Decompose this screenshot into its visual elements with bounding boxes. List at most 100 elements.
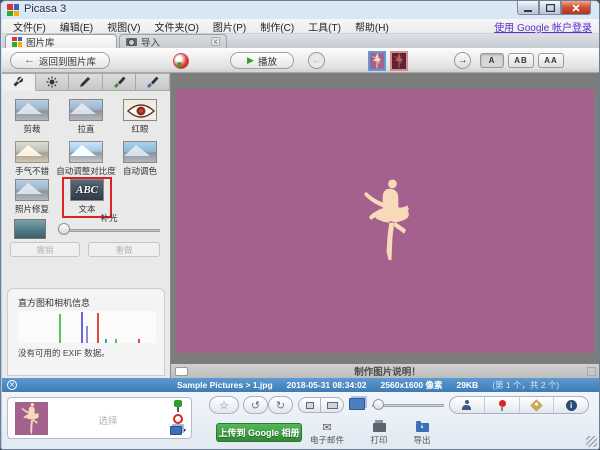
tab-close-icon[interactable]: x [211,37,220,46]
tab-library[interactable]: 图片库 [5,34,117,48]
crop-16-9-button[interactable] [321,397,344,413]
tool-auto-color[interactable]: 自动调色 [110,141,170,177]
tool-straighten[interactable]: 拉直 [56,99,116,135]
status-dimensions: 2560x1600 像素 [381,379,443,391]
menu-folder[interactable]: 文件夹(O) [147,19,205,34]
tab-effects-2[interactable] [103,73,137,91]
tool-redeye[interactable]: 红眼 [110,99,170,135]
menu-help[interactable]: 帮助(H) [348,19,396,34]
upload-google-button[interactable]: 上传到 Google 相册 [216,423,302,442]
redo-button[interactable]: 重做 [88,242,160,257]
photo-stack-icon[interactable] [349,398,365,410]
tray-thumbnail[interactable] [15,402,48,435]
tab-basic-fixes[interactable] [2,73,36,91]
auto-color-label: 自动调色 [110,165,170,177]
crop-4-3-button[interactable] [298,397,321,413]
tags-button[interactable] [520,397,555,413]
hold-pin-icon[interactable] [173,400,183,412]
maximize-button[interactable] [539,1,561,15]
tool-crop[interactable]: 剪裁 [2,99,62,135]
bottom-panel: 选择 ▾ ☆ ↺ ↻ 上传到 Google 相册 i [2,392,600,450]
back-to-library-button[interactable]: ← 返回到图片库 [10,52,110,69]
effects-icon[interactable] [173,53,189,69]
next-photo-button[interactable]: → [454,52,471,69]
caption-bar[interactable]: 制作图片说明！ [171,364,600,378]
export-button[interactable]: 导出 [400,421,444,446]
tab-import[interactable]: 导入 x [119,34,227,48]
fill-light-thumbnail [14,219,46,239]
crop-tool-thumbnail [15,99,49,121]
google-login-link[interactable]: 使用 Google 帐户登录 [494,19,600,34]
menu-picture[interactable]: 图片(P) [206,19,253,34]
menu-tools[interactable]: 工具(T) [301,19,348,34]
menu-create[interactable]: 制作(C) [253,19,301,34]
tool-text[interactable]: ABC 文本 [57,179,117,215]
retouch-tool-thumbnail [15,179,49,201]
redeye-tool-thumbnail [123,99,157,121]
email-button[interactable]: ✉ 电子邮件 [305,421,349,446]
fill-light-slider-knob[interactable] [58,223,70,235]
rect-wide-icon [327,402,338,409]
view-side-by-side-button[interactable]: AB [508,53,534,68]
caption-placeholder[interactable]: 制作图片说明！ [188,364,587,378]
export-folder-icon [416,423,429,432]
rotate-left-button[interactable]: ↺ [243,396,268,414]
tool-retouch[interactable]: 照片修复 [2,179,62,215]
picasa-window: Picasa 3 文件(F) 编辑(E) 视图(V) 文件夹(O) 图片(P) … [0,0,600,450]
tool-auto-contrast[interactable]: 自动调整对比度 [54,141,118,177]
geotag-button[interactable] [485,397,520,413]
status-datetime: 2018-05-31 08:34:02 [287,380,367,390]
printer-icon [373,423,386,432]
fill-light-slider-track[interactable] [58,229,160,232]
play-icon: ▶ [247,56,254,65]
undo-button[interactable]: 撤销 [10,242,80,257]
status-filesize: 29KB [456,380,478,390]
properties-button[interactable]: i [554,397,588,413]
lucky-tool-thumbnail [15,141,49,163]
tag-icon [530,399,543,412]
tab-effects-1[interactable] [69,73,103,91]
envelope-icon: ✉ [305,421,349,433]
ballerina-silhouette [362,177,418,263]
rotate-right-button[interactable]: ↻ [268,396,293,414]
photo-ballerina[interactable] [176,89,594,353]
caption-edit-icon[interactable] [175,367,188,376]
minimize-button[interactable] [517,1,539,15]
menu-edit[interactable]: 编辑(E) [53,19,100,34]
status-close-icon[interactable]: ✕ [7,380,17,390]
camera-icon [126,38,137,46]
menu-file[interactable]: 文件(F) [6,19,53,34]
text-tool-thumbnail: ABC [70,179,104,201]
view-compare-button[interactable]: AA [538,53,564,68]
view-single-button[interactable]: A [480,53,504,68]
tab-tuning[interactable] [36,73,70,91]
print-button[interactable]: 打印 [357,421,401,446]
export-label: 导出 [400,434,444,446]
fill-light-label: 补光 [57,212,161,224]
zoom-slider-knob[interactable] [373,399,384,410]
filmstrip-thumbnail-current[interactable] [368,51,386,71]
status-path: Sample Pictures > 1.jpg [177,380,273,390]
play-button[interactable]: ▶ 播放 [230,52,294,69]
resize-grip[interactable] [586,436,597,447]
caption-options-icon[interactable] [587,367,596,376]
blue-brush-icon [146,76,159,88]
people-button[interactable] [450,397,485,413]
clear-icon[interactable] [173,414,183,424]
status-bar: ✕ Sample Pictures > 1.jpg 2018-05-31 08:… [2,378,600,392]
tray-more-button[interactable]: ▾ [170,426,186,435]
star-button[interactable]: ☆ [209,396,239,414]
auto-contrast-thumbnail [69,141,103,163]
info-icon: i [566,400,577,411]
edit-tab-strip [2,73,170,91]
tab-effects-3[interactable] [136,73,170,91]
close-button[interactable] [561,1,591,15]
previous-photo-button[interactable]: ← [308,52,325,69]
histogram-card: 直方图和相机信息 没有可用的 EXIF 数据。 [7,288,165,376]
filmstrip-thumbnail-next[interactable] [390,51,408,71]
album-stack-icon [170,426,182,435]
green-brush-icon [113,76,126,88]
histogram-title: 直方图和相机信息 [18,296,90,309]
menu-view[interactable]: 视图(V) [100,19,147,34]
tool-im-feeling-lucky[interactable]: 手气不错 [2,141,62,177]
